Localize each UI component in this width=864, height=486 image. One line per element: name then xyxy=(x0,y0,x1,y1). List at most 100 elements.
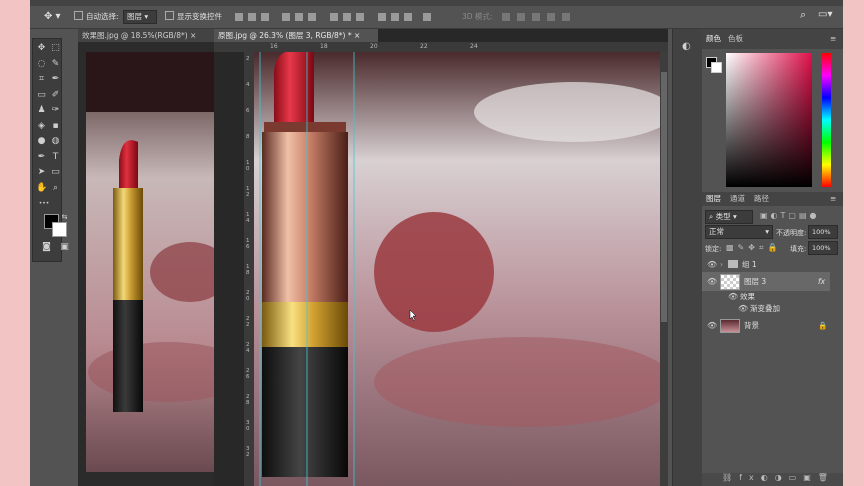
gradient-tool-icon[interactable]: ▪ xyxy=(50,121,61,132)
move-tool-icon[interactable]: ✥ xyxy=(36,43,47,54)
eraser-tool-icon[interactable]: ◈ xyxy=(36,121,47,132)
quick-mask-icon[interactable]: ◙ xyxy=(41,242,52,253)
tab-paths[interactable]: 路径 xyxy=(754,193,769,205)
ruler-left: 2 4 6 8 1 0 1 2 1 4 1 6 1 8 2 0 2 2 2 4 2 6 2 8 3 0 3 2 xyxy=(244,52,254,486)
lipstick-bullet xyxy=(274,52,314,127)
history-brush-tool-icon[interactable]: ✑ xyxy=(50,105,61,116)
ruler-tick: 4 xyxy=(246,82,250,88)
layer-filter-dropdown[interactable]: ⌕ 类型 ▾ xyxy=(705,210,753,224)
path-select-tool-icon[interactable]: ➤ xyxy=(36,167,47,178)
distribute-bottom-icon[interactable] xyxy=(356,13,364,21)
type-tool-icon[interactable]: T xyxy=(50,152,61,163)
layer-background[interactable]: 👁 背景 🔒 xyxy=(702,317,830,334)
tools-panel: ✥ ⬚ ◌ ✎ ⌗ ✒ ▭ ✐ ♟ ✑ ◈ ▪ ● ◍ ✒ T ➤ ▭ ✋ ⌕ ••• ⇆ ◙ ▣ xyxy=(32,38,69,262)
eye-icon[interactable]: 👁 xyxy=(707,257,717,272)
close-icon[interactable]: × xyxy=(190,31,196,40)
dodge-tool-icon[interactable]: ◍ xyxy=(50,136,61,147)
show-transform-checkbox[interactable]: 显示变换控件 xyxy=(165,11,222,23)
scrollbar-thumb[interactable] xyxy=(661,72,667,322)
frame-tool-icon[interactable]: ▭ xyxy=(36,90,47,101)
blend-mode-dropdown[interactable]: 正常 ▾ xyxy=(705,225,773,239)
distribute-center-icon[interactable] xyxy=(391,13,399,21)
distribute-right-icon[interactable] xyxy=(404,13,412,21)
screen-mode-icon[interactable]: ▣ xyxy=(59,242,70,253)
distribute-left-icon[interactable] xyxy=(378,13,386,21)
eye-icon[interactable]: 👁 xyxy=(738,303,748,315)
align-center-icon[interactable] xyxy=(248,13,256,21)
align-middle-icon[interactable] xyxy=(295,13,303,21)
zoom-tool-icon[interactable]: ⌕ xyxy=(50,183,61,194)
ruler-tick: 16 xyxy=(270,43,278,50)
effects-label: 效果 xyxy=(740,292,755,301)
more-tools-icon[interactable]: ••• xyxy=(36,198,52,209)
eye-icon[interactable]: 👁 xyxy=(707,317,717,334)
chevron-right-icon[interactable]: › xyxy=(720,257,723,272)
tab-effect-document[interactable]: 效果图.jpg @ 18.5%(RGB/8*) × xyxy=(78,29,232,42)
tab-channels[interactable]: 通道 xyxy=(730,193,745,205)
workspace-icon[interactable]: ▭▾ xyxy=(818,9,832,21)
layer-name: 背景 xyxy=(744,321,759,330)
fx-icon[interactable]: fx xyxy=(818,272,825,291)
panel-menu-icon[interactable]: ≡ xyxy=(830,33,836,45)
stamp-tool-icon[interactable]: ♟ xyxy=(36,105,47,116)
slide-3d-icon[interactable] xyxy=(547,13,555,21)
layer-effects-row[interactable]: 👁 效果 xyxy=(702,291,830,303)
tab-swatches[interactable]: 色板 xyxy=(728,33,743,45)
rotate-3d-icon[interactable] xyxy=(502,13,510,21)
auto-select-dropdown[interactable]: 图层 ▾ xyxy=(123,10,157,24)
drag-3d-icon[interactable] xyxy=(532,13,540,21)
roll-3d-icon[interactable] xyxy=(517,13,525,21)
ruler-tick: 6 xyxy=(246,108,250,114)
close-icon[interactable]: × xyxy=(354,31,360,40)
eye-icon[interactable]: 👁 xyxy=(728,291,738,303)
tab-original-document[interactable]: 原图.jpg @ 26.3% (图层 3, RGB/8*) * × xyxy=(214,29,378,42)
pen-tool-icon[interactable]: ✒ xyxy=(36,152,47,163)
color-bg-swatch[interactable] xyxy=(711,62,722,73)
background-color-swatch[interactable] xyxy=(52,222,67,237)
hue-slider[interactable] xyxy=(822,53,831,187)
lasso-tool-icon[interactable]: ◌ xyxy=(36,59,47,70)
layers-footer-icons[interactable]: ⛓fx◐◑▭▣🗑 xyxy=(702,473,843,486)
layer-3[interactable]: 👁 图层 3 fx xyxy=(702,272,830,291)
scale-3d-icon[interactable] xyxy=(562,13,570,21)
auto-select-checkbox[interactable]: 自动选择: xyxy=(74,11,119,23)
blur-tool-icon[interactable]: ● xyxy=(36,136,47,147)
layer-group-1[interactable]: 👁 › 组 1 xyxy=(702,257,830,272)
original-canvas[interactable] xyxy=(254,52,668,486)
ruler-top: 16 18 20 22 24 xyxy=(214,42,668,52)
layer-gradient-overlay-row[interactable]: 👁 渐变叠加 xyxy=(702,303,830,315)
vertical-scrollbar[interactable] xyxy=(660,52,668,486)
mode-3d-label: 3D 模式: xyxy=(462,12,493,21)
align-bottom-icon[interactable] xyxy=(308,13,316,21)
shape-tool-icon[interactable]: ▭ xyxy=(50,167,61,178)
tab-color[interactable]: 颜色 xyxy=(706,33,721,45)
auto-align-icon[interactable] xyxy=(423,13,431,21)
layer-filter-icons[interactable]: ▣◐T▢▤● xyxy=(760,211,820,220)
align-right-icon[interactable] xyxy=(261,13,269,21)
move-tool-preset-icon[interactable]: ✥ ▾ xyxy=(44,11,61,23)
crop-tool-icon[interactable]: ⌗ xyxy=(36,74,47,85)
eyedropper-tool-icon[interactable]: ✒ xyxy=(50,74,61,85)
marquee-tool-icon[interactable]: ⬚ xyxy=(50,43,61,54)
fill-field[interactable]: 100% xyxy=(808,241,838,255)
search-icon[interactable]: ⌕ xyxy=(800,9,806,21)
color-field[interactable] xyxy=(726,53,812,187)
fabric-swirl xyxy=(374,337,668,427)
align-top-icon[interactable] xyxy=(282,13,290,21)
hand-tool-icon[interactable]: ✋ xyxy=(36,183,47,194)
tab-layers[interactable]: 图层 xyxy=(706,193,721,205)
document-original-window[interactable]: 原图.jpg @ 26.3% (图层 3, RGB/8*) * × 16 18 … xyxy=(214,29,668,486)
distribute-top-icon[interactable] xyxy=(330,13,338,21)
distribute-middle-icon[interactable] xyxy=(343,13,351,21)
properties-icon[interactable]: ◐ xyxy=(682,41,691,52)
quick-select-tool-icon[interactable]: ✎ xyxy=(50,59,61,70)
lock-icons[interactable]: ▩✎✥⌗🔒 xyxy=(726,243,781,253)
align-left-icon[interactable] xyxy=(235,13,243,21)
ruler-tick: 2 2 xyxy=(246,316,250,328)
opacity-field[interactable]: 100% xyxy=(808,225,838,239)
brush-tool-icon[interactable]: ✐ xyxy=(50,90,61,101)
eye-icon[interactable]: 👁 xyxy=(707,272,717,291)
panel-menu-icon[interactable]: ≡ xyxy=(830,193,836,205)
swap-colors-icon[interactable]: ⇆ xyxy=(59,212,70,223)
ruler-tick: 3 2 xyxy=(246,446,250,458)
